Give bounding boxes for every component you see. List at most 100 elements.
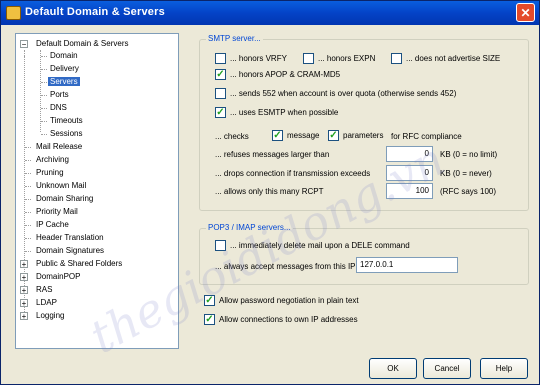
checkbox-label: Allow password negotiation in plain text (219, 296, 359, 305)
check-icon: ✓ (215, 69, 226, 80)
pop-legend: POP3 / IMAP servers... (206, 223, 293, 232)
settings-tree[interactable]: − Default Domain & Servers Domain Delive… (15, 33, 179, 349)
checkbox-label: parameters (343, 131, 384, 140)
tree-item-domain-sharing[interactable]: Domain Sharing (34, 193, 95, 205)
tree-item-ldap[interactable]: LDAP (34, 297, 59, 309)
checkbox-box (215, 88, 226, 99)
title-bar: Default Domain & Servers ✕ (1, 1, 539, 25)
app-icon (6, 6, 21, 20)
expand-icon[interactable]: + (20, 260, 28, 269)
tree-item-ports[interactable]: Ports (48, 89, 71, 101)
check-icon: ✓ (215, 107, 226, 118)
check-icon: ✓ (204, 314, 215, 325)
rcpt-label: ... allows only this many RCPT (215, 187, 324, 196)
rcpt-note: (RFC says 100) (440, 187, 497, 196)
tree-item-unknown-mail[interactable]: Unknown Mail (34, 180, 88, 192)
tree-label: Archiving (36, 155, 69, 164)
tree-label: Header Translation (36, 233, 104, 242)
tree-label: DNS (50, 103, 67, 112)
tree-label: Pruning (36, 168, 64, 177)
tree-item-timeouts[interactable]: Timeouts (48, 115, 85, 127)
tree-item-dns[interactable]: DNS (48, 102, 69, 114)
checkbox-box (215, 240, 226, 251)
tree-label: Unknown Mail (36, 181, 87, 190)
refuses-label: ... refuses messages larger than (215, 150, 330, 159)
tree-item-domain-signatures[interactable]: Domain Signatures (34, 245, 106, 257)
tree-item-servers[interactable]: Servers (48, 76, 80, 88)
tree-item-archiving[interactable]: Archiving (34, 154, 71, 166)
tree-label: Servers (48, 77, 80, 86)
dialog-window: Default Domain & Servers ✕ − Default Dom… (0, 0, 540, 385)
tree-label: Ports (50, 90, 69, 99)
refuses-note: KB (0 = no limit) (440, 150, 498, 159)
tree-item-domainpop[interactable]: DomainPOP (34, 271, 82, 283)
check-parameters-checkbox[interactable]: ✓ parameters (328, 130, 383, 141)
expand-icon[interactable]: + (20, 312, 28, 321)
honors-expn-checkbox[interactable]: ... honors EXPN (303, 53, 375, 64)
rcpt-limit-input[interactable]: 100 (386, 183, 433, 199)
tree-label: Domain Sharing (36, 194, 94, 203)
checkbox-label: Allow connections to own IP addresses (219, 315, 358, 324)
accept-ip-input[interactable]: 127.0.0.1 (356, 257, 458, 273)
checkbox-label: ... sends 552 when account is over quota… (230, 89, 457, 98)
max-size-input[interactable]: 0 (386, 146, 433, 162)
drop-threshold-input[interactable]: 0 (386, 165, 433, 181)
expand-icon[interactable]: + (20, 273, 28, 282)
ok-button[interactable]: OK (369, 358, 417, 379)
smtp-legend: SMTP server... (206, 34, 263, 43)
help-button[interactable]: Help (480, 358, 528, 379)
tree-item-domain[interactable]: Domain (48, 50, 80, 62)
tree-item-sessions[interactable]: Sessions (48, 128, 84, 140)
check-icon: ✓ (272, 130, 283, 141)
checks-label: ... checks (215, 132, 249, 141)
tree-item-logging[interactable]: Logging (34, 310, 66, 322)
delete-upon-dele-checkbox[interactable]: ... immediately delete mail upon a DELE … (215, 240, 410, 251)
expand-icon[interactable]: + (20, 299, 28, 308)
checkbox-label: ... honors APOP & CRAM-MD5 (230, 70, 341, 79)
tree-root-label: Default Domain & Servers (36, 39, 129, 48)
tree-label: IP Cache (36, 220, 69, 229)
check-icon: ✓ (328, 130, 339, 141)
apop-checkbox[interactable]: ✓ ... honors APOP & CRAM-MD5 (215, 69, 340, 80)
tree-label: Mail Release (36, 142, 83, 151)
tree-item-header-translation[interactable]: Header Translation (34, 232, 106, 244)
checkbox-label: ... honors EXPN (318, 54, 376, 63)
tree-item-priority-mail[interactable]: Priority Mail (34, 206, 80, 218)
tree-item-delivery[interactable]: Delivery (48, 63, 81, 75)
tree-item-pruning[interactable]: Pruning (34, 167, 66, 179)
tree-item-mail-release[interactable]: Mail Release (34, 141, 84, 153)
collapse-icon[interactable]: − (20, 40, 28, 49)
esmtp-checkbox[interactable]: ✓ ... uses ESMTP when possible (215, 107, 338, 118)
tree-label: Domain (50, 51, 78, 60)
checkbox-label: ... does not advertise SIZE (406, 54, 501, 63)
tree-label: Logging (36, 311, 65, 320)
drops-label: ... drops connection if transmission exc… (215, 169, 371, 178)
tree-root[interactable]: Default Domain & Servers (34, 38, 130, 50)
drops-note: KB (0 = never) (440, 169, 492, 178)
tree-item-public-shared-folders[interactable]: Public & Shared Folders (34, 258, 124, 270)
cancel-button[interactable]: Cancel (423, 358, 471, 379)
own-ip-connections-checkbox[interactable]: ✓ Allow connections to own IP addresses (204, 314, 358, 325)
checkbox-box (215, 53, 226, 64)
checkbox-box (391, 53, 402, 64)
no-size-checkbox[interactable]: ... does not advertise SIZE (391, 53, 500, 64)
tree-label: Sessions (50, 129, 83, 138)
expand-icon[interactable]: + (20, 286, 28, 295)
tree-label: Delivery (50, 64, 79, 73)
rfc-label: for RFC compliance (391, 132, 462, 141)
smtp-group: SMTP server... (199, 34, 529, 211)
tree-label: Public & Shared Folders (36, 259, 123, 268)
checkbox-box (303, 53, 314, 64)
window-title: Default Domain & Servers (25, 6, 165, 18)
checkbox-label: message (287, 131, 320, 140)
tree-label: RAS (36, 285, 53, 294)
plain-password-checkbox[interactable]: ✓ Allow password negotiation in plain tex… (204, 295, 359, 306)
honors-vrfy-checkbox[interactable]: ... honors VRFY (215, 53, 287, 64)
checkbox-label: ... uses ESMTP when possible (230, 108, 339, 117)
check-message-checkbox[interactable]: ✓ message (272, 130, 319, 141)
close-button[interactable]: ✕ (516, 3, 535, 22)
send-552-checkbox[interactable]: ... sends 552 when account is over quota… (215, 88, 456, 99)
tree-label: Priority Mail (36, 207, 78, 216)
tree-item-ip-cache[interactable]: IP Cache (34, 219, 71, 231)
tree-item-ras[interactable]: RAS (34, 284, 54, 296)
